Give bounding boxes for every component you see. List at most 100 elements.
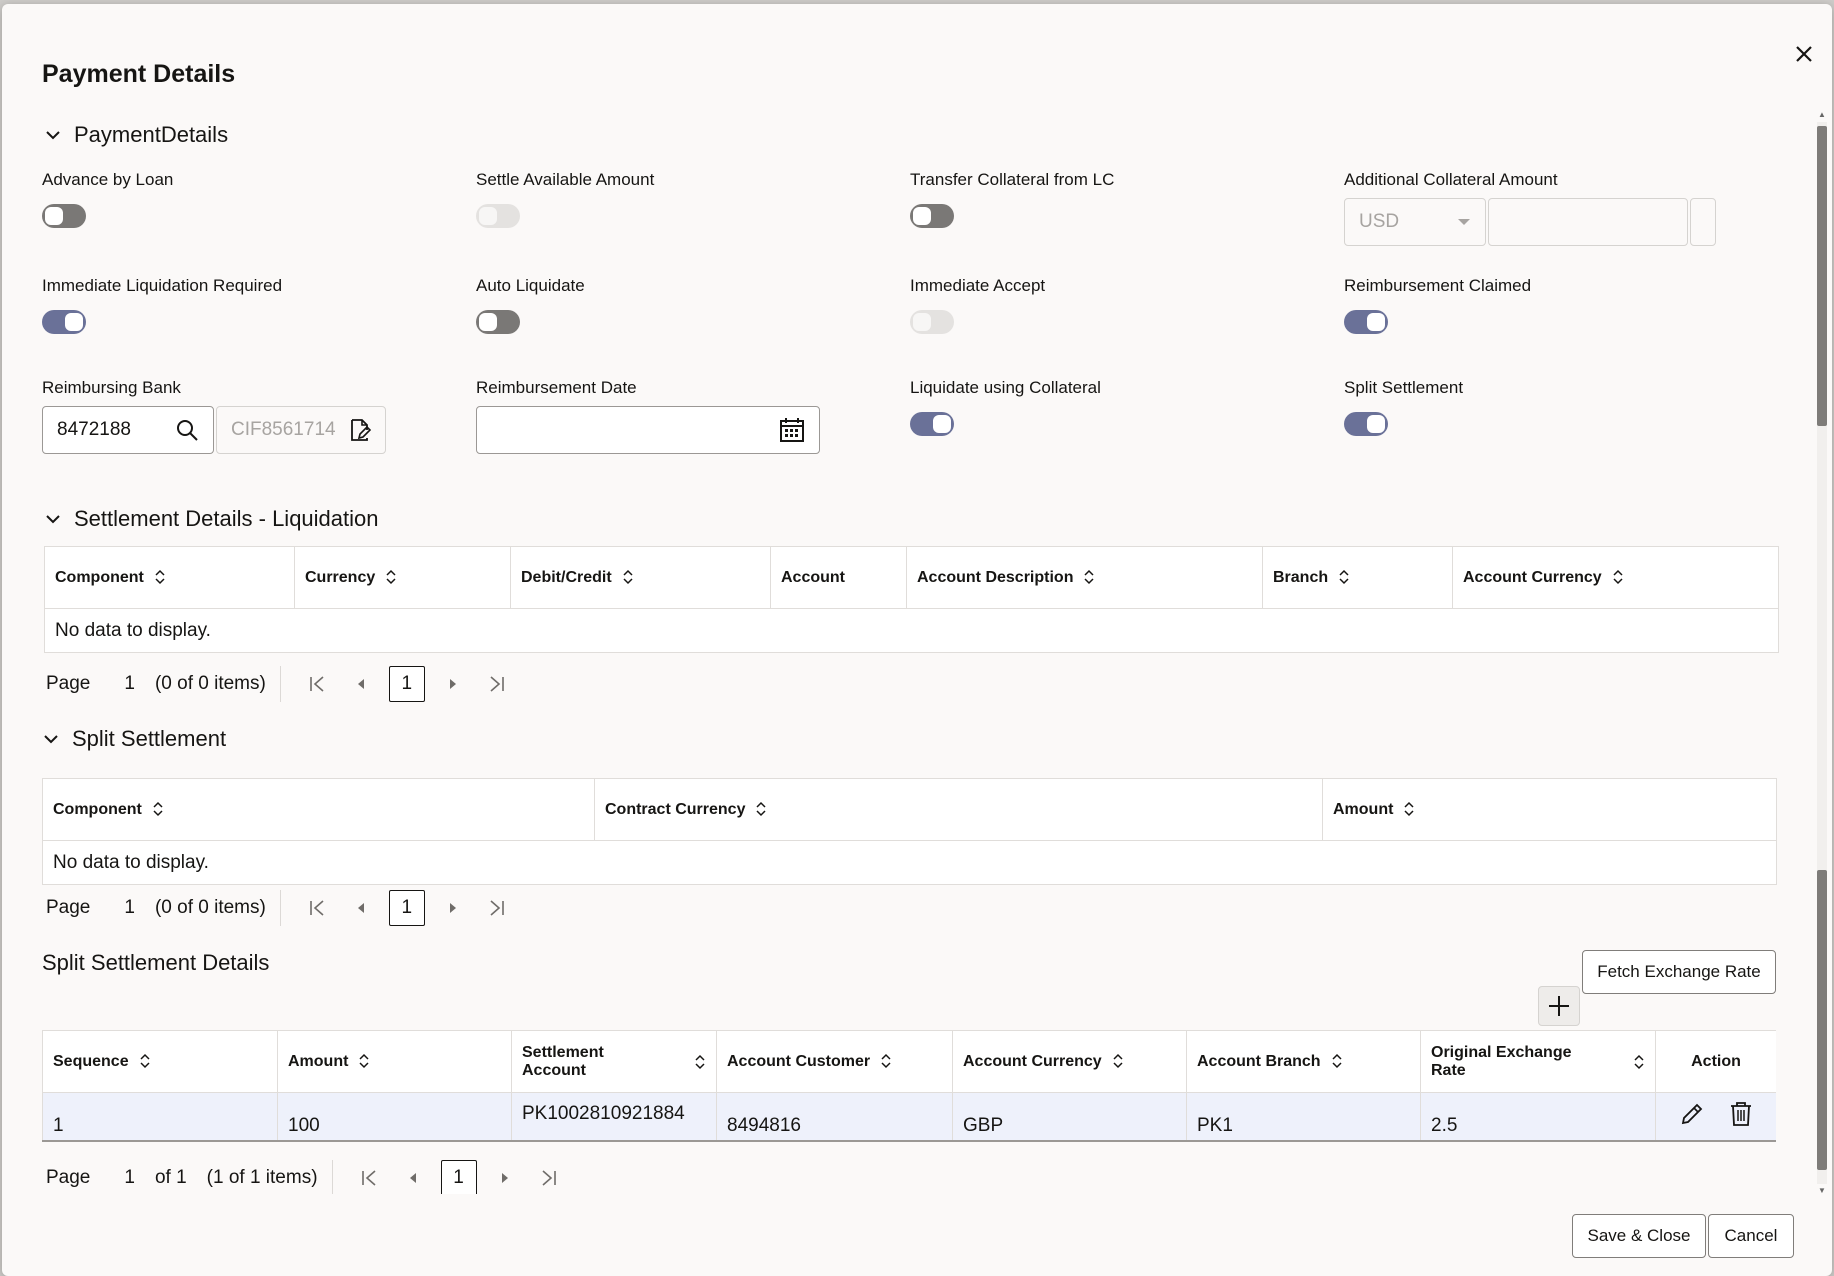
next-page-icon[interactable] [431, 666, 475, 702]
column-header[interactable]: Currency [294, 546, 511, 609]
sort-icon [1084, 570, 1094, 585]
sort-icon [1339, 570, 1349, 585]
sort-icon [1332, 1054, 1342, 1069]
collateral-amount-input [1488, 198, 1688, 246]
column-header[interactable]: Component [42, 778, 595, 841]
save-close-button[interactable]: Save & Close [1572, 1214, 1706, 1258]
dialog-title: Payment Details [42, 60, 236, 88]
last-page-icon[interactable] [527, 1160, 571, 1194]
split-settlement-toggle[interactable] [1344, 412, 1388, 436]
edit-icon[interactable] [1679, 1101, 1705, 1127]
split-details-table-wrapper: Sequence Amount Settlement Account Accou… [42, 1030, 1776, 1142]
sort-icon [881, 1054, 891, 1069]
split-settlement-section-toggle[interactable]: Split Settlement [42, 726, 226, 752]
section-title: Settlement Details - Liquidation [74, 506, 379, 531]
page-number[interactable]: 1 [124, 673, 135, 695]
split-details-pager: Page 1 of 1 (1 of 1 items) 1 [46, 1160, 571, 1194]
column-header[interactable]: Account Currency [1452, 546, 1779, 609]
previous-page-icon[interactable] [391, 1160, 435, 1194]
first-page-icon[interactable] [295, 666, 339, 702]
liquidate-collateral-toggle[interactable] [910, 412, 954, 436]
last-page-icon[interactable] [475, 890, 519, 926]
sort-icon [359, 1054, 369, 1069]
current-page[interactable]: 1 [388, 890, 425, 926]
sort-icon [1634, 1054, 1644, 1069]
additional-collateral-label: Additional Collateral Amount [1344, 170, 1558, 189]
cif-value: CIF8561714 [231, 419, 336, 440]
reimbursement-date-label: Reimbursement Date [476, 378, 637, 397]
reimbursing-bank-input[interactable]: 8472188 [42, 406, 214, 454]
close-icon[interactable] [1788, 38, 1820, 70]
reimbursement-date-input[interactable] [476, 406, 820, 454]
empty-message: No data to display. [44, 608, 1779, 653]
cif-field: CIF8561714 [216, 406, 386, 454]
column-header[interactable]: Component [44, 546, 295, 609]
currency-value: USD [1359, 211, 1400, 232]
transfer-collateral-toggle[interactable] [910, 204, 954, 228]
edit-document-icon[interactable] [349, 418, 371, 442]
chevron-down-icon [44, 735, 58, 744]
vertical-scrollbar[interactable]: ▲ ▼ [1812, 108, 1830, 1200]
next-page-icon[interactable] [483, 1160, 527, 1194]
scroll-down-icon[interactable]: ▼ [1818, 1186, 1826, 1195]
page-number[interactable]: 1 [124, 1167, 135, 1189]
delete-icon[interactable] [1729, 1101, 1753, 1127]
reimbursement-claimed-toggle[interactable] [1344, 310, 1388, 334]
last-page-icon[interactable] [475, 666, 519, 702]
column-header[interactable]: Amount [277, 1030, 512, 1093]
current-page[interactable]: 1 [388, 666, 425, 702]
sort-icon [1404, 802, 1414, 817]
reimbursing-bank-label: Reimbursing Bank [42, 378, 181, 397]
current-page[interactable]: 1 [440, 1160, 477, 1194]
column-header: Account [770, 546, 907, 609]
collateral-amount-stepper [1690, 198, 1716, 246]
split-details-title: Split Settlement Details [42, 950, 270, 975]
sort-icon [1113, 1054, 1123, 1069]
previous-page-icon[interactable] [339, 666, 383, 702]
search-icon[interactable] [175, 418, 199, 442]
section-title: Split Settlement [72, 726, 227, 751]
liquidation-table: Component Currency Debit/Credit Account … [44, 546, 1779, 653]
sort-icon [623, 570, 633, 585]
page-number[interactable]: 1 [124, 897, 135, 919]
first-page-icon[interactable] [295, 890, 339, 926]
sort-icon [1613, 570, 1623, 585]
sort-icon [155, 570, 165, 585]
column-header[interactable]: Settlement Account [511, 1030, 717, 1093]
column-header[interactable]: Original Exchange Rate [1420, 1030, 1656, 1093]
reimbursement-claimed-label: Reimbursement Claimed [1344, 276, 1532, 295]
immediate-accept-label: Immediate Accept [910, 276, 1046, 295]
column-header[interactable]: Sequence [42, 1030, 278, 1093]
cancel-button[interactable]: Cancel [1708, 1214, 1794, 1258]
plus-icon [1549, 996, 1569, 1016]
scroll-up-icon[interactable]: ▲ [1818, 110, 1826, 119]
liquidation-section-toggle[interactable]: Settlement Details - Liquidation [44, 506, 379, 532]
payment-details-section-toggle[interactable]: PaymentDetails [44, 122, 228, 148]
column-header[interactable]: Amount [1322, 778, 1777, 841]
column-header[interactable]: Account Currency [952, 1030, 1187, 1093]
column-header[interactable]: Branch [1262, 546, 1453, 609]
split-settlement-pager: Page 1 (0 of 0 items) 1 [46, 890, 519, 926]
column-header[interactable]: Account Customer [716, 1030, 953, 1093]
sort-icon [756, 802, 767, 817]
split-details-table: Sequence Amount Settlement Account Accou… [42, 1030, 1776, 1140]
transfer-collateral-label: Transfer Collateral from LC [910, 170, 1115, 189]
column-header[interactable]: Account Branch [1186, 1030, 1421, 1093]
previous-page-icon[interactable] [339, 890, 383, 926]
table-row[interactable]: 1 100 PK1002810921884 8494816 GBP PK1 2.… [42, 1092, 1776, 1140]
auto-liquidate-toggle[interactable] [476, 310, 520, 334]
column-header[interactable]: Contract Currency [594, 778, 1323, 841]
split-settlement-label: Split Settlement [1344, 378, 1464, 397]
fetch-exchange-rate-button[interactable]: Fetch Exchange Rate [1582, 950, 1776, 994]
first-page-icon[interactable] [347, 1160, 391, 1194]
column-header[interactable]: Debit/Credit [510, 546, 771, 609]
calendar-icon[interactable] [779, 417, 805, 443]
auto-liquidate-label: Auto Liquidate [476, 276, 585, 295]
advance-by-loan-toggle[interactable] [42, 204, 86, 228]
next-page-icon[interactable] [431, 890, 475, 926]
add-row-button[interactable] [1538, 986, 1580, 1026]
dropdown-arrow-icon [1458, 219, 1470, 225]
immediate-liquidation-toggle[interactable] [42, 310, 86, 334]
column-header[interactable]: Account Description [906, 546, 1263, 609]
sort-icon [386, 570, 396, 585]
